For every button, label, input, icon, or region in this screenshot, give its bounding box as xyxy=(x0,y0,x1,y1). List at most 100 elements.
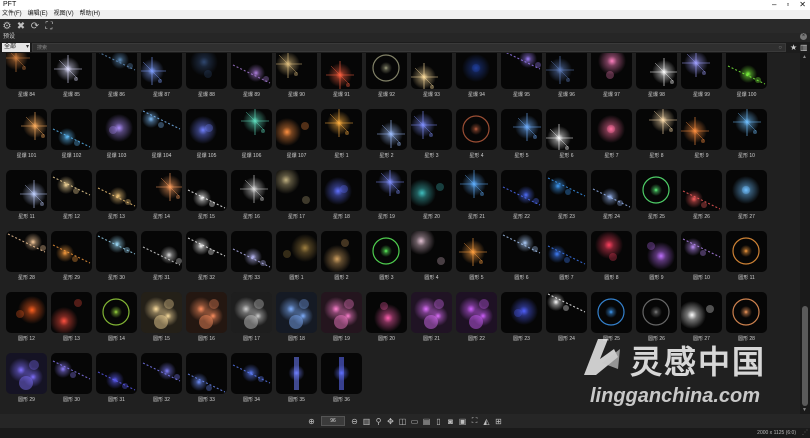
preset-tile[interactable]: 圆形 13 xyxy=(49,292,94,342)
preset-tile[interactable]: 圆形 6 xyxy=(499,231,544,281)
preset-thumbnail[interactable] xyxy=(186,109,227,150)
preset-tile[interactable]: 星爆 100 xyxy=(724,53,769,98)
preset-tile[interactable]: 星爆 96 xyxy=(544,53,589,98)
preset-tile[interactable]: 圆形 22 xyxy=(454,292,499,342)
preset-thumbnail[interactable] xyxy=(321,231,362,272)
preset-thumbnail[interactable] xyxy=(96,170,137,211)
preset-thumbnail[interactable] xyxy=(96,53,137,89)
preset-tile[interactable]: 星爆 85 xyxy=(49,53,94,98)
preset-thumbnail[interactable] xyxy=(591,292,632,333)
preset-thumbnail[interactable] xyxy=(276,170,317,211)
preset-tile[interactable]: 星形 14 xyxy=(139,170,184,220)
magnifier-icon[interactable]: ⚲ xyxy=(374,417,383,426)
zoom-level-field[interactable]: 96 xyxy=(321,416,345,426)
page-icon[interactable]: ▯ xyxy=(434,417,443,426)
fit-icon[interactable]: ⛶ xyxy=(44,21,54,32)
preset-tile[interactable]: 圆形 3 xyxy=(364,231,409,281)
preset-thumbnail[interactable] xyxy=(456,109,497,150)
scrollbar-thumb[interactable] xyxy=(802,306,808,406)
preset-thumbnail[interactable] xyxy=(186,231,227,272)
preset-thumbnail[interactable] xyxy=(321,53,362,89)
menu-help[interactable]: 帮助(H) xyxy=(80,10,100,19)
preset-tile[interactable]: 星爆 92 xyxy=(364,53,409,98)
panel-close-icon[interactable]: × xyxy=(800,33,807,40)
preset-thumbnail[interactable] xyxy=(366,231,407,272)
preset-tile[interactable]: 星爆 106 xyxy=(229,109,274,159)
preset-tile[interactable]: 星形 2 xyxy=(364,109,409,159)
refresh-icon[interactable]: ⟳ xyxy=(30,21,40,32)
search-icon[interactable]: ○ xyxy=(778,44,782,52)
trash-icon[interactable]: ▥ xyxy=(800,43,808,52)
preset-tile[interactable]: 星形 28 xyxy=(4,231,49,281)
preset-thumbnail[interactable] xyxy=(456,170,497,211)
preset-thumbnail[interactable] xyxy=(681,292,722,333)
preset-thumbnail[interactable] xyxy=(141,231,182,272)
preset-thumbnail[interactable] xyxy=(501,53,542,89)
gear-icon[interactable]: ⚙ xyxy=(2,21,12,32)
menu-edit[interactable]: 编辑(E) xyxy=(28,10,48,19)
preset-tile[interactable]: 圆形 1 xyxy=(274,231,319,281)
single-view-icon[interactable]: ▭ xyxy=(410,417,419,426)
scroll-up-icon[interactable]: ▲ xyxy=(802,54,807,60)
minimize-icon[interactable]: – xyxy=(772,0,776,10)
preset-tile[interactable]: 星形 21 xyxy=(454,170,499,220)
preset-thumbnail[interactable] xyxy=(546,170,587,211)
preset-thumbnail[interactable] xyxy=(51,231,92,272)
favorite-star-icon[interactable]: ★ xyxy=(790,43,797,52)
preset-thumbnail[interactable] xyxy=(366,292,407,333)
preset-thumbnail[interactable] xyxy=(681,53,722,89)
preset-tile[interactable]: 星爆 97 xyxy=(589,53,634,98)
preset-thumbnail[interactable] xyxy=(6,170,47,211)
preset-tile[interactable]: 星爆 98 xyxy=(634,53,679,98)
preset-tile[interactable]: 星形 9 xyxy=(679,109,724,159)
preset-tile[interactable]: 圆形 16 xyxy=(184,292,229,342)
preset-tile[interactable]: 星爆 90 xyxy=(274,53,319,98)
preset-thumbnail[interactable] xyxy=(6,109,47,150)
preset-tile[interactable]: 星爆 101 xyxy=(4,109,49,159)
preset-thumbnail[interactable] xyxy=(726,170,767,211)
preset-tile[interactable]: 星形 22 xyxy=(499,170,544,220)
vertical-scrollbar[interactable]: ▲ ▼ xyxy=(800,53,810,414)
preset-thumbnail[interactable] xyxy=(501,292,542,333)
preset-tile[interactable]: 星形 27 xyxy=(724,170,769,220)
preset-thumbnail[interactable] xyxy=(411,170,452,211)
preset-thumbnail[interactable] xyxy=(96,231,137,272)
preset-thumbnail[interactable] xyxy=(321,353,362,394)
split-view-icon[interactable]: ◫ xyxy=(398,417,407,426)
preset-thumbnail[interactable] xyxy=(321,292,362,333)
preset-thumbnail[interactable] xyxy=(6,292,47,333)
preset-thumbnail[interactable] xyxy=(231,353,272,394)
preset-thumbnail[interactable] xyxy=(546,231,587,272)
preset-thumbnail[interactable] xyxy=(456,231,497,272)
preset-thumbnail[interactable] xyxy=(231,53,272,89)
preset-tile[interactable]: 星形 1 xyxy=(319,109,364,159)
preset-tile[interactable]: 圆形 28 xyxy=(724,292,769,342)
preset-thumbnail[interactable] xyxy=(456,53,497,89)
preset-thumbnail[interactable] xyxy=(51,353,92,394)
preset-tile[interactable]: 圆形 19 xyxy=(319,292,364,342)
preset-tile[interactable]: 圆形 36 xyxy=(319,353,364,403)
preset-tile[interactable]: 星形 20 xyxy=(409,170,454,220)
preset-tile[interactable]: 星形 3 xyxy=(409,109,454,159)
preset-tile[interactable]: 星爆 91 xyxy=(319,53,364,98)
preset-thumbnail[interactable] xyxy=(591,53,632,89)
preset-tile[interactable]: 星形 32 xyxy=(184,231,229,281)
preset-thumbnail[interactable] xyxy=(366,53,407,89)
preset-tile[interactable]: 星形 13 xyxy=(94,170,139,220)
close-window-icon[interactable]: ✕ xyxy=(799,0,806,10)
preset-thumbnail[interactable] xyxy=(456,292,497,333)
preset-tile[interactable]: 星形 16 xyxy=(229,170,274,220)
preset-thumbnail[interactable] xyxy=(96,109,137,150)
image-icon[interactable]: ▣ xyxy=(458,417,467,426)
search-input[interactable]: 搜索 ○ xyxy=(32,43,786,52)
menu-file[interactable]: 文件(F) xyxy=(2,10,22,19)
preset-thumbnail[interactable] xyxy=(276,231,317,272)
preset-tile[interactable]: 星形 23 xyxy=(544,170,589,220)
preset-thumbnail[interactable] xyxy=(6,231,47,272)
preset-tile[interactable]: 圆形 26 xyxy=(634,292,679,342)
preset-thumbnail[interactable] xyxy=(636,292,677,333)
preset-tile[interactable]: 圆形 24 xyxy=(544,292,589,342)
preset-thumbnail[interactable] xyxy=(186,292,227,333)
preset-tile[interactable]: 圆形 32 xyxy=(139,353,184,403)
preset-tile[interactable]: 星爆 84 xyxy=(4,53,49,98)
